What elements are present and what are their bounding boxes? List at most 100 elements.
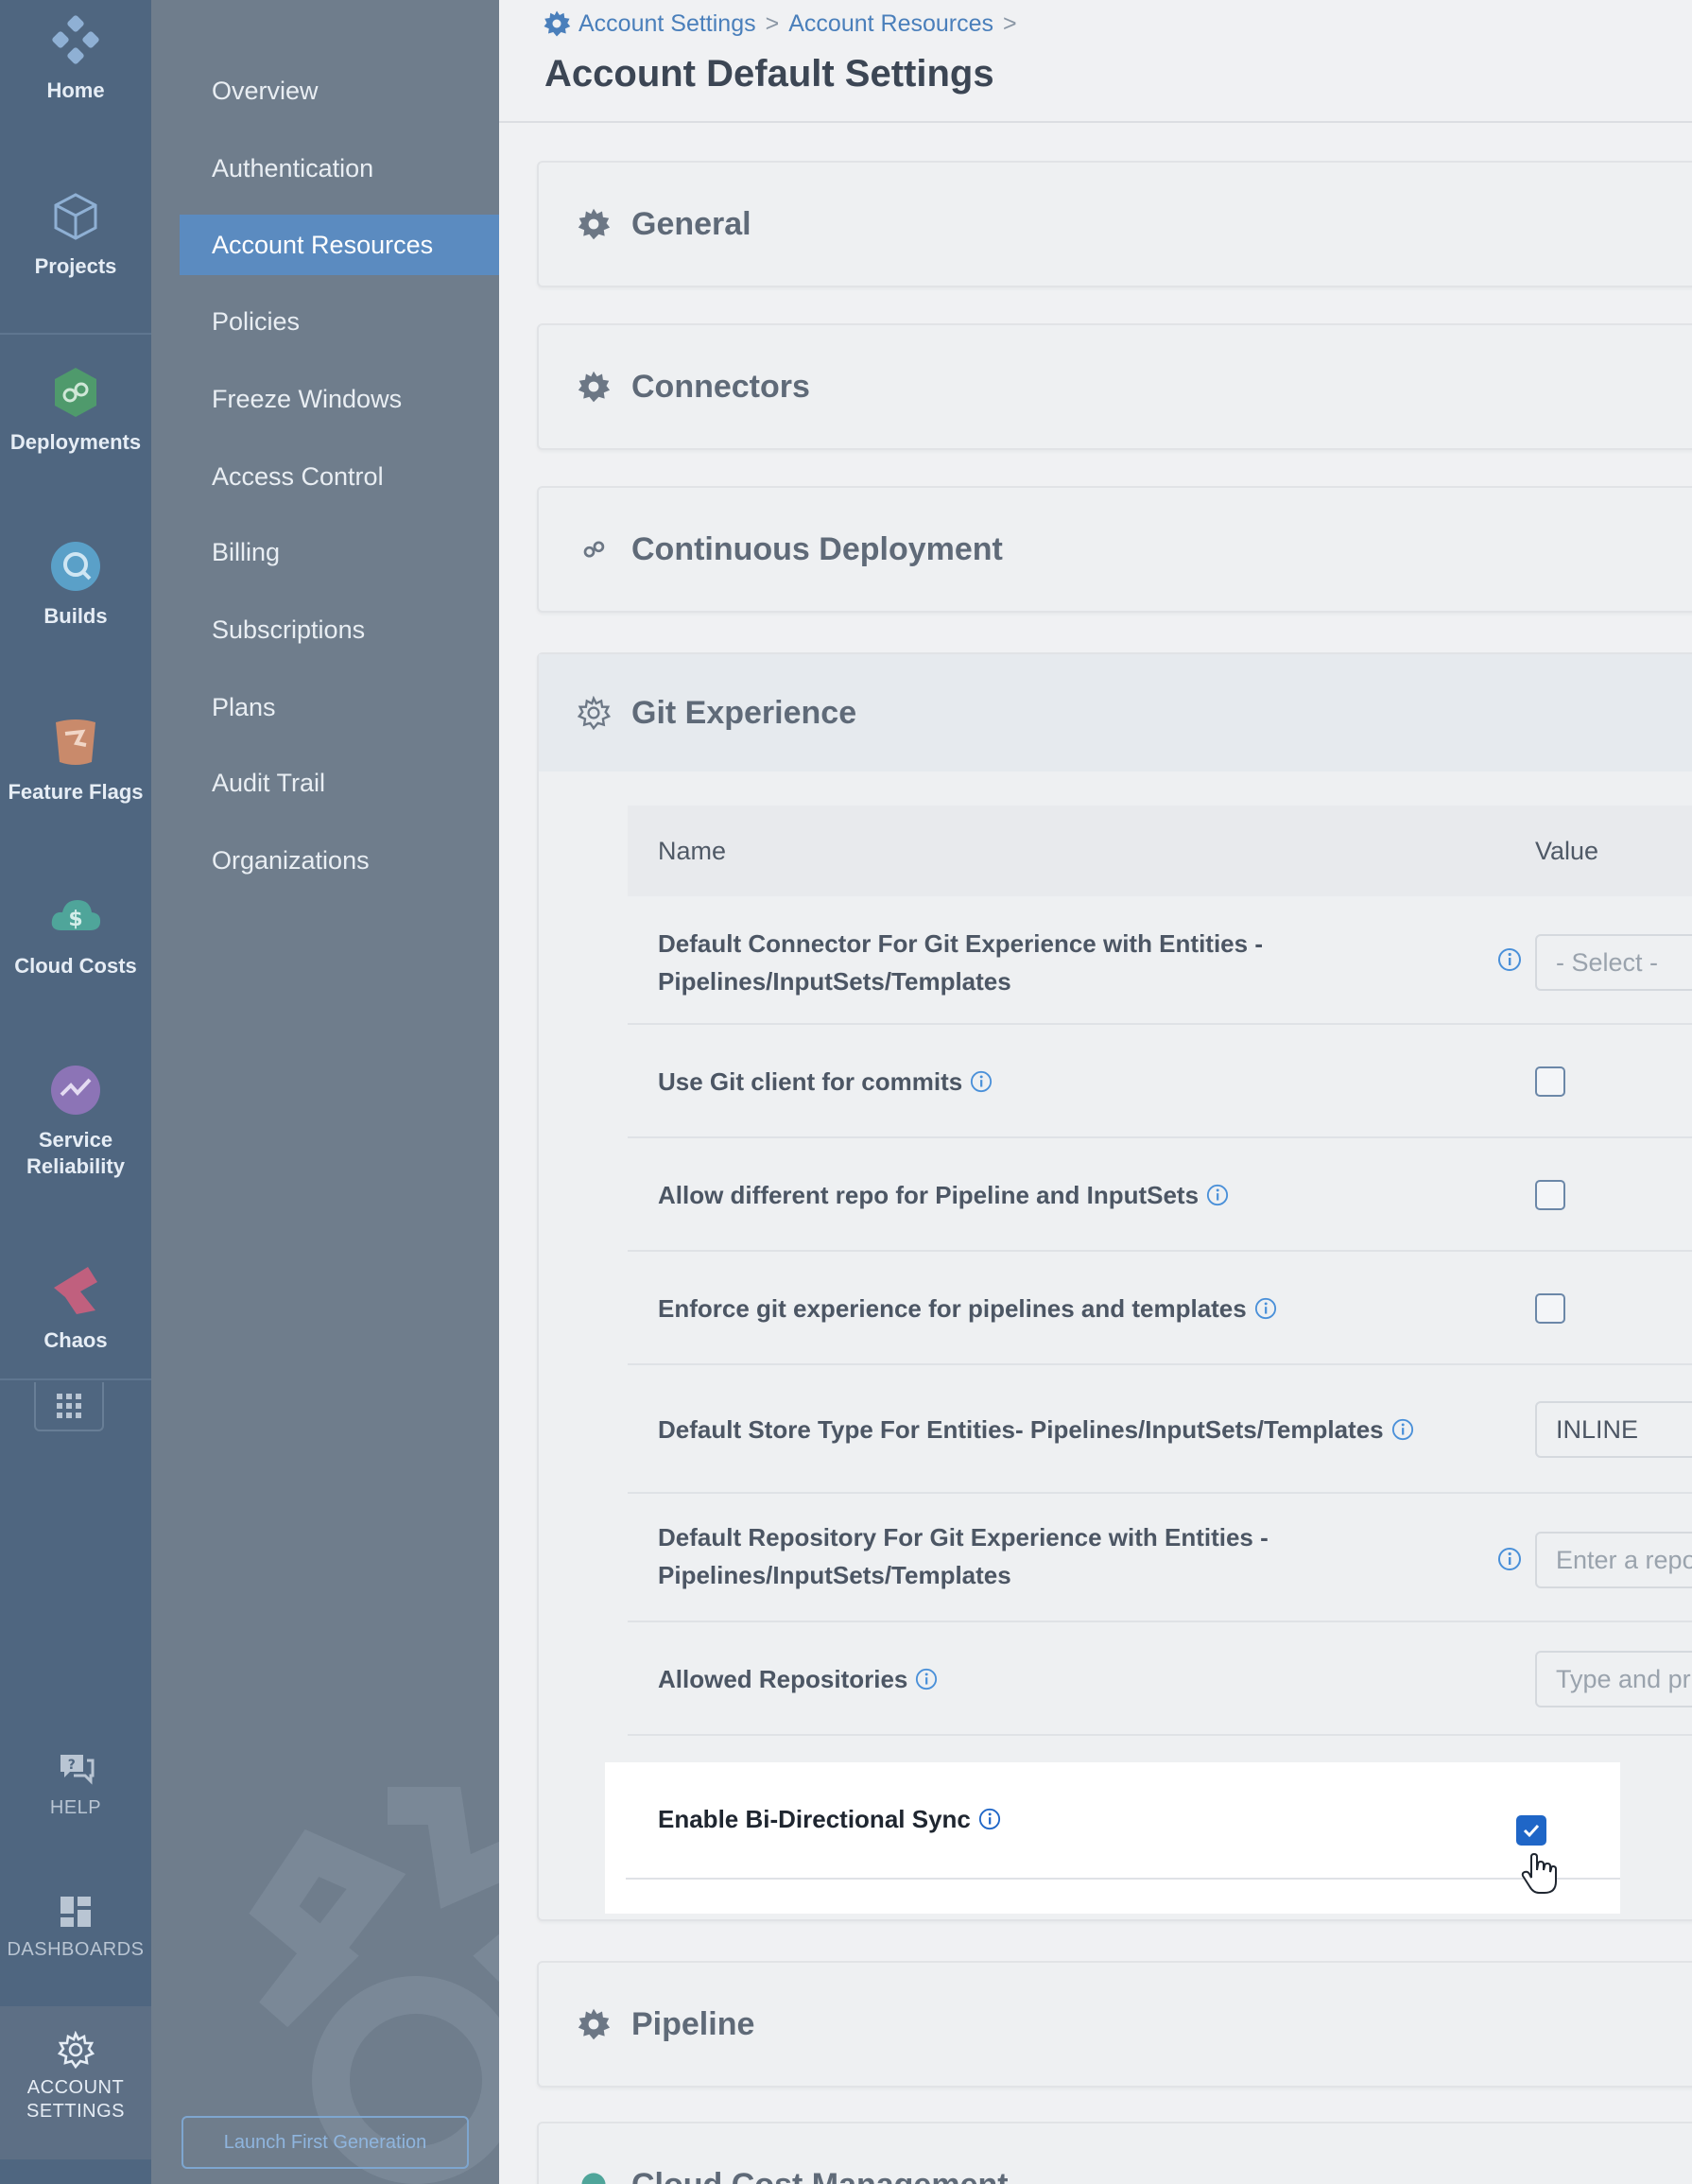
nav-home[interactable]: Home: [0, 13, 151, 104]
more-modules-button[interactable]: [34, 1382, 104, 1431]
info-icon[interactable]: [915, 1668, 938, 1690]
section-header[interactable]: Connectors: [539, 325, 1692, 448]
section-header[interactable]: Git Experience: [539, 654, 1692, 771]
subnav-item-billing[interactable]: Billing: [180, 522, 499, 582]
info-icon[interactable]: [1391, 1418, 1414, 1441]
subnav-item-policies[interactable]: Policies: [180, 291, 499, 352]
section-pipeline[interactable]: Pipeline: [537, 1961, 1692, 2088]
setting-label-text: Enforce git experience for pipelines and…: [658, 1294, 1247, 1323]
gear-icon: [544, 10, 571, 37]
builds-icon: [51, 542, 100, 591]
column-header-name: Name: [658, 837, 727, 865]
feature-flags-icon: [56, 719, 95, 765]
home-icon: [52, 15, 99, 64]
nav-feature-flags[interactable]: Feature Flags: [0, 715, 151, 806]
nav-builds[interactable]: Builds: [0, 539, 151, 630]
subnav-item-plans[interactable]: Plans: [180, 677, 499, 737]
info-icon[interactable]: [1497, 1547, 1522, 1571]
info-icon[interactable]: [1206, 1184, 1229, 1206]
section-connectors[interactable]: Connectors: [537, 323, 1692, 450]
grid-icon: [57, 1394, 81, 1418]
nav-help[interactable]: ? HELP: [0, 1751, 151, 1820]
table-row: Allowed Repositories Type and pr: [628, 1622, 1692, 1736]
enforce-git-checkbox[interactable]: [1535, 1293, 1565, 1324]
subnav-item-authentication[interactable]: Authentication: [180, 138, 499, 199]
section-continuous-deployment[interactable]: Continuous Deployment: [537, 486, 1692, 613]
setting-label-text: Allow different repo for Pipeline and In…: [658, 1181, 1200, 1209]
nav-service-reliability[interactable]: Service Reliability: [0, 1063, 151, 1180]
page-header: Account Settings > Account Resources > A…: [499, 0, 1692, 123]
section-title: General: [631, 205, 751, 242]
svg-text:$: $: [68, 908, 82, 931]
nav-deployments[interactable]: Deployments: [0, 365, 151, 456]
subnav-item-overview[interactable]: Overview: [180, 61, 499, 121]
section-general[interactable]: General: [537, 161, 1692, 287]
setting-label-allowed-repositories: Allowed Repositories: [658, 1660, 938, 1698]
chaos-icon: [54, 1267, 97, 1314]
setting-label-default-store-type: Default Store Type For Entities- Pipelin…: [658, 1411, 1414, 1448]
subnav-item-access-control[interactable]: Access Control: [180, 446, 499, 507]
nav-chaos-label: Chaos: [43, 1328, 108, 1352]
default-repository-input[interactable]: Enter a repo: [1535, 1532, 1692, 1588]
cloud-costs-icon: $: [51, 900, 101, 931]
column-header-value: Value: [1535, 837, 1599, 865]
account-settings-nav: Overview Authentication Account Resource…: [151, 0, 499, 2184]
gear-icon: [577, 696, 611, 730]
section-cloud-cost-management[interactable]: Cloud Cost Management: [537, 2122, 1692, 2184]
nav-dashboards[interactable]: DASHBOARDS: [0, 1893, 151, 1962]
table-row: Default Store Type For Entities- Pipelin…: [628, 1365, 1692, 1494]
table-row: Enforce git experience for pipelines and…: [628, 1252, 1692, 1365]
setting-label-default-repository: Default Repository For Git Experience wi…: [658, 1518, 1269, 1594]
section-header[interactable]: Continuous Deployment: [539, 488, 1692, 611]
nav-deployments-label: Deployments: [9, 430, 142, 454]
nav-divider: [0, 1378, 151, 1380]
info-icon[interactable]: [1254, 1297, 1277, 1320]
subnav-item-organizations[interactable]: Organizations: [180, 830, 499, 891]
setting-label-line: Default Repository For Git Experience wi…: [658, 1523, 1269, 1551]
info-icon[interactable]: [1497, 947, 1522, 972]
nav-projects[interactable]: Projects: [0, 189, 151, 280]
setting-label-enforce-git: Enforce git experience for pipelines and…: [658, 1290, 1277, 1327]
nav-cloud-costs[interactable]: $ Cloud Costs: [0, 889, 151, 979]
gear-icon: [578, 208, 611, 240]
setting-label-text: Enable Bi-Directional Sync: [658, 1805, 971, 1833]
setting-label-use-git-client: Use Git client for commits: [658, 1063, 993, 1101]
launch-first-generation-button[interactable]: Launch First Generation: [181, 2116, 469, 2169]
projects-icon: [54, 193, 97, 240]
nav-account-settings[interactable]: ACCOUNT SETTINGS: [0, 2006, 151, 2159]
setting-label-line: Pipelines/InputSets/Templates: [658, 1561, 1011, 1589]
subnav-item-freeze-windows[interactable]: Freeze Windows: [180, 369, 499, 429]
nav-home-label: Home: [46, 78, 105, 102]
deployments-icon: [583, 541, 605, 558]
use-git-client-checkbox[interactable]: [1535, 1066, 1565, 1097]
breadcrumb-account-settings[interactable]: Account Settings: [578, 10, 756, 38]
setting-label-allow-different-repo: Allow different repo for Pipeline and In…: [658, 1176, 1229, 1214]
section-header[interactable]: General: [539, 163, 1692, 286]
allow-different-repo-checkbox[interactable]: [1535, 1180, 1565, 1210]
section-header[interactable]: Pipeline: [539, 1963, 1692, 2086]
nav-chaos[interactable]: Chaos: [0, 1263, 151, 1354]
page-title: Account Default Settings: [544, 53, 994, 95]
section-title: Git Experience: [631, 694, 857, 731]
nav-account-settings-label-line2: SETTINGS: [26, 2101, 125, 2122]
info-icon[interactable]: [978, 1808, 1001, 1830]
default-store-type-select[interactable]: INLINE: [1535, 1401, 1692, 1458]
nav-account-settings-label-line1: ACCOUNT: [26, 2077, 125, 2098]
breadcrumb: Account Settings > Account Resources >: [543, 9, 1027, 38]
gear-icon: [578, 371, 611, 403]
subnav-item-audit-trail[interactable]: Audit Trail: [180, 753, 499, 813]
subnav-item-account-resources[interactable]: Account Resources: [180, 215, 499, 275]
allowed-repositories-input[interactable]: Type and pr: [1535, 1651, 1692, 1707]
nav-cloud-costs-label: Cloud Costs: [14, 954, 137, 978]
info-icon[interactable]: [970, 1070, 993, 1093]
bi-directional-sync-checkbox[interactable]: [1516, 1815, 1546, 1846]
help-icon: ?: [60, 1755, 95, 1785]
default-connector-select[interactable]: - Select -: [1535, 934, 1692, 991]
setting-label-line: Pipelines/InputSets/Templates: [658, 967, 1011, 996]
section-git-experience: Git Experience Name Value Default Connec…: [537, 652, 1692, 1921]
subnav-item-subscriptions[interactable]: Subscriptions: [180, 599, 499, 660]
breadcrumb-separator: >: [1003, 9, 1017, 37]
section-header[interactable]: Cloud Cost Management: [539, 2123, 1692, 2184]
gear-icon: [578, 2008, 611, 2040]
breadcrumb-account-resources[interactable]: Account Resources: [788, 10, 993, 38]
